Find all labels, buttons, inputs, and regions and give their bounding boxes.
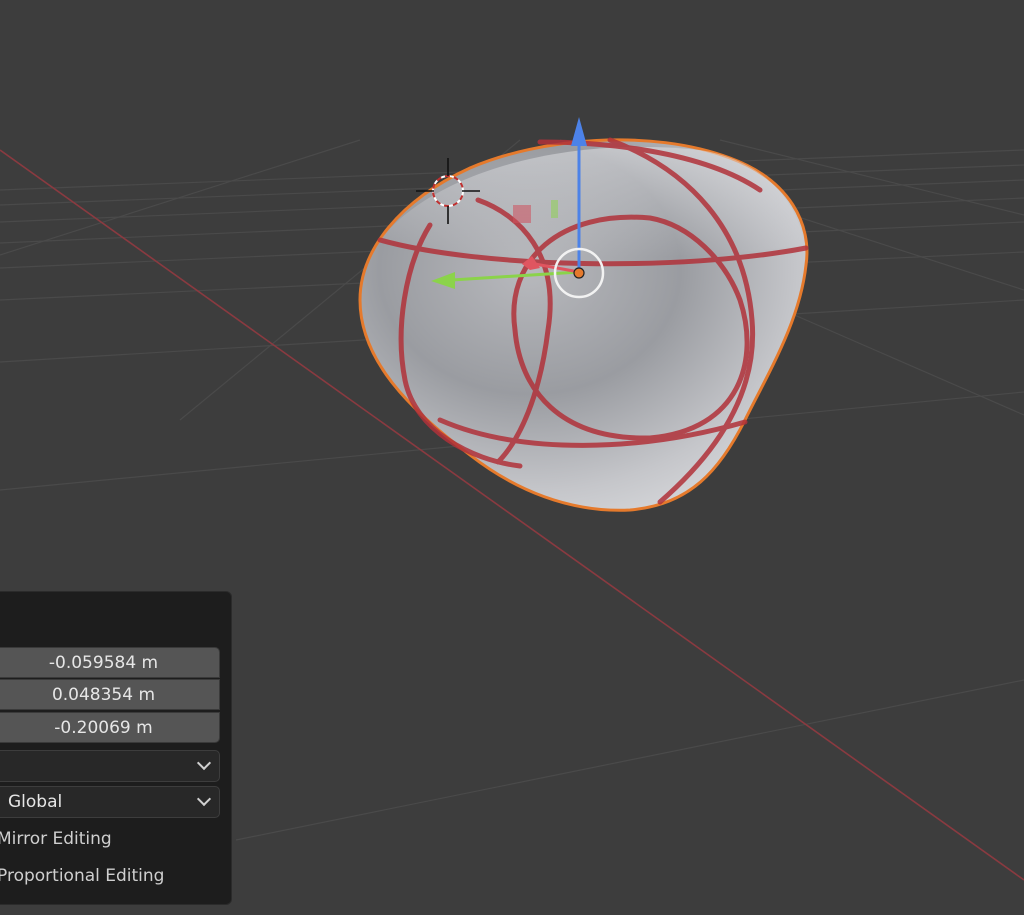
gizmo-xz-plane (513, 205, 531, 223)
orientation-dropdown-value: Global (8, 792, 63, 812)
location-y-field[interactable]: 0.048354 m (0, 679, 220, 710)
location-z-field[interactable]: -0.20069 m (0, 712, 220, 743)
gizmo-z-arrow (571, 117, 587, 146)
proportional-editing-option[interactable]: Proportional Editing (0, 866, 164, 886)
object-origin (573, 267, 585, 279)
location-x-field[interactable]: -0.059584 m (0, 647, 220, 678)
constraint-dropdown[interactable] (0, 750, 220, 782)
operator-panel: -0.059584 m 0.048354 m -0.20069 m Global… (0, 591, 232, 905)
orientation-dropdown[interactable]: Global (0, 786, 220, 818)
chevron-down-icon (196, 791, 212, 807)
mirror-editing-option[interactable]: Mirror Editing (0, 829, 112, 849)
gizmo-yz-plane (551, 200, 558, 218)
chevron-down-icon (196, 755, 212, 771)
